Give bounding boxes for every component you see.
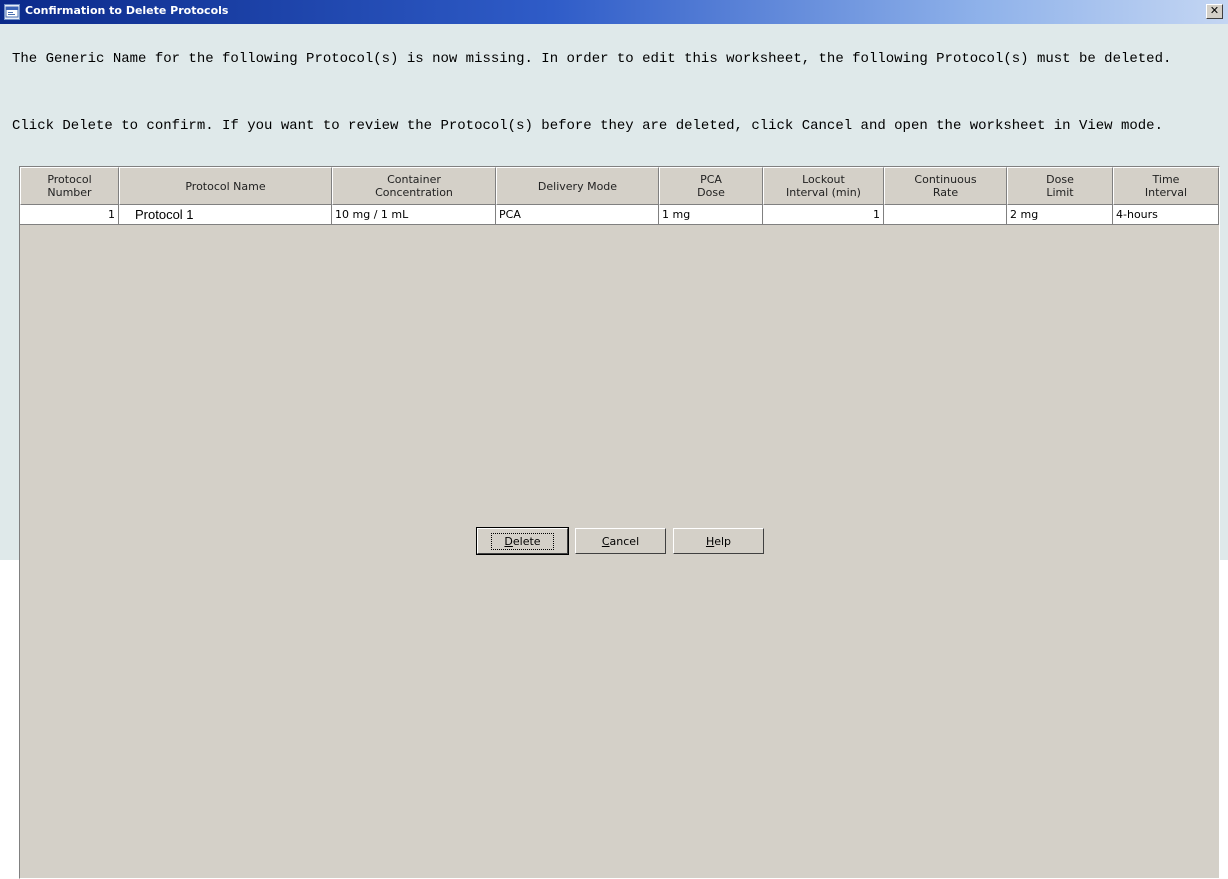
protocols-table[interactable]: Protocol Number Protocol Name Container …: [19, 166, 1220, 879]
close-button[interactable]: ✕: [1206, 4, 1223, 19]
delete-button[interactable]: Delete: [476, 527, 569, 555]
button-bar: Delete Cancel Help: [0, 527, 1228, 556]
column-header-lockout-interval[interactable]: Lockout Interval (min): [763, 167, 884, 205]
app-window-icon: [4, 4, 20, 20]
table-row[interactable]: 1 Protocol 1 10 mg / 1 mL PCA 1 mg 1 2 m…: [20, 205, 1219, 225]
delete-button-label: Delete: [504, 534, 541, 548]
cell-delivery-mode[interactable]: PCA: [496, 205, 659, 225]
column-header-pca-dose[interactable]: PCA Dose: [659, 167, 763, 205]
close-icon: ✕: [1209, 4, 1220, 17]
cell-continuous-rate[interactable]: [884, 205, 1007, 225]
window-title: Confirmation to Delete Protocols: [25, 4, 229, 17]
column-header-protocol-number[interactable]: Protocol Number: [20, 167, 119, 205]
column-header-delivery-mode[interactable]: Delivery Mode: [496, 167, 659, 205]
help-button[interactable]: Help: [673, 528, 764, 554]
cell-lockout-interval[interactable]: 1: [763, 205, 884, 225]
table-header: Protocol Number Protocol Name Container …: [20, 167, 1219, 205]
cell-dose-limit[interactable]: 2 mg: [1007, 205, 1113, 225]
cell-pca-dose[interactable]: 1 mg: [659, 205, 763, 225]
message-confirm-instructions: Click Delete to confirm. If you want to …: [12, 118, 1163, 134]
column-header-container-concentration[interactable]: Container Concentration: [332, 167, 496, 205]
column-header-time-interval[interactable]: Time Interval: [1113, 167, 1219, 205]
message-missing-generic-name: The Generic Name for the following Proto…: [12, 51, 1172, 67]
cancel-button[interactable]: Cancel: [575, 528, 666, 554]
cell-time-interval[interactable]: 4-hours: [1113, 205, 1219, 225]
column-header-dose-limit[interactable]: Dose Limit: [1007, 167, 1113, 205]
cell-container-concentration[interactable]: 10 mg / 1 mL: [332, 205, 496, 225]
cancel-button-label: Cancel: [601, 534, 640, 548]
cell-protocol-name[interactable]: Protocol 1: [119, 205, 332, 225]
column-header-continuous-rate[interactable]: Continuous Rate: [884, 167, 1007, 205]
help-button-label: Help: [705, 534, 732, 548]
cell-protocol-number[interactable]: 1: [20, 205, 119, 225]
column-header-protocol-name[interactable]: Protocol Name: [119, 167, 332, 205]
title-bar[interactable]: Confirmation to Delete Protocols ✕: [0, 0, 1228, 24]
focus-rectangle: Delete: [491, 532, 554, 550]
confirmation-dialog: Confirmation to Delete Protocols ✕ The G…: [0, 0, 1228, 879]
